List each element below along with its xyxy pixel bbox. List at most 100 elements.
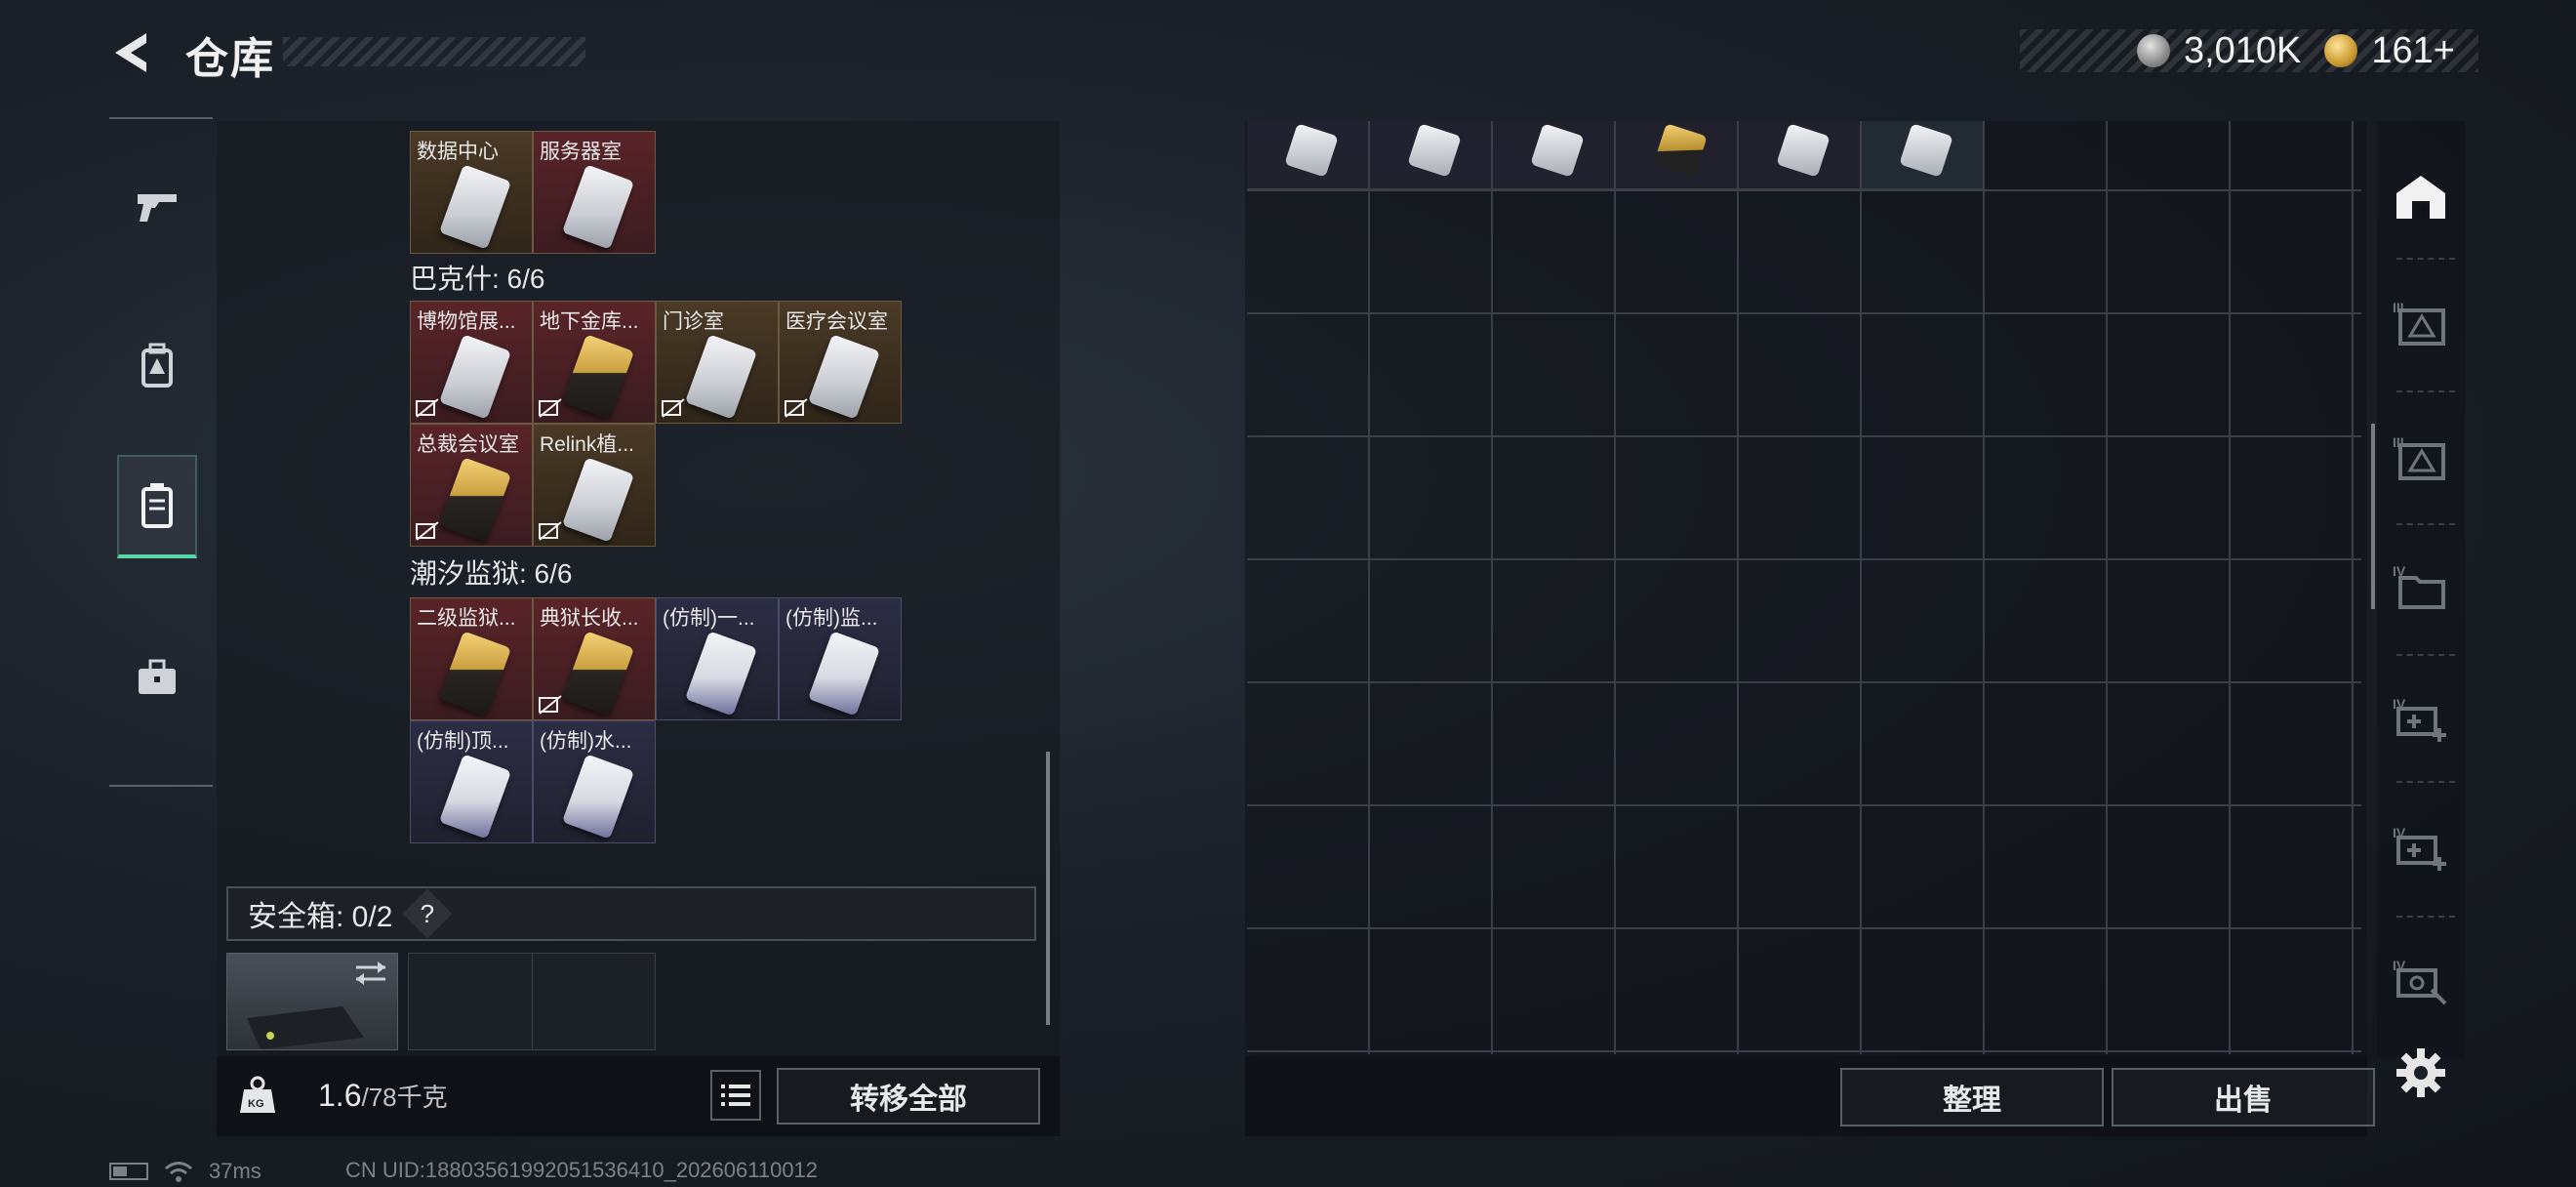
organize-button[interactable]: 整理 — [1840, 1068, 2104, 1126]
storage-grid[interactable] — [1247, 121, 2361, 1054]
sell-button[interactable]: 出售 — [2112, 1068, 2375, 1126]
unbound-icon — [539, 521, 562, 541]
keycard-image — [561, 457, 635, 543]
item-slot[interactable]: 服务器室 — [533, 131, 656, 254]
stash-scrollbar[interactable] — [1046, 752, 1050, 1025]
nav-medical[interactable] — [117, 627, 197, 730]
container-iii-b-button[interactable]: III — [2393, 430, 2449, 486]
item-slot[interactable]: 门诊室 — [656, 301, 779, 424]
category-nav — [109, 117, 213, 787]
item-label: 地下金库... — [540, 310, 639, 333]
item-label: 博物馆展... — [417, 310, 516, 333]
pistol-icon — [138, 194, 177, 222]
silver-coin-icon — [2136, 34, 2170, 67]
weight-capacity: /78千克 — [361, 1083, 448, 1112]
divider — [2396, 523, 2455, 525]
divider — [2396, 258, 2455, 260]
item-label: (仿制)监... — [785, 607, 878, 630]
unbound-icon — [416, 521, 439, 541]
list-view-button[interactable] — [710, 1070, 761, 1121]
keycard-image — [684, 334, 758, 420]
uid-text: CN UID:1880356199205153641​0_20260611001… — [345, 1158, 819, 1182]
keycard-image — [1284, 123, 1339, 178]
keycard-image — [561, 754, 635, 839]
item-slot[interactable]: 典狱长收... — [533, 597, 656, 720]
list-icon — [721, 1085, 750, 1106]
help-glyph: ? — [421, 898, 435, 928]
storage-scrollbar[interactable] — [2371, 424, 2375, 609]
stash-home-icon — [2396, 176, 2445, 219]
status-bar: 37ms — [109, 1158, 262, 1185]
keycard-image — [438, 457, 512, 543]
nav-gear[interactable] — [117, 314, 197, 418]
medkit-plus-icon: IV — [2393, 696, 2446, 742]
item-slot[interactable]: (仿制)顶... — [410, 720, 533, 843]
stash-home-button[interactable] — [2393, 168, 2449, 225]
settings-gear-icon[interactable] — [2395, 1046, 2447, 1099]
keycard-image — [1653, 123, 1708, 178]
grid-item[interactable] — [1739, 121, 1862, 189]
help-icon[interactable]: ? — [402, 888, 453, 939]
grid-item[interactable] — [1862, 121, 1985, 189]
keycard-image — [438, 334, 512, 420]
map-warning-icon: III — [2393, 300, 2445, 346]
backpack-icon — [141, 343, 173, 388]
stash-list[interactable]: 数据中心 服务器室 巴克什: 6/6 博物馆展... 地下金库... 门诊室 医… — [217, 121, 1056, 843]
safebox-header: 安全箱: 0/2 ? — [226, 886, 1036, 941]
safebox-empty-slots[interactable] — [408, 953, 656, 1050]
grid-item[interactable] — [1616, 121, 1739, 189]
item-slot[interactable]: 博物馆展... — [410, 301, 533, 424]
unbound-icon — [539, 695, 562, 715]
item-label: (仿制)一... — [663, 607, 755, 630]
container-iv-medkit-a-button[interactable]: IV — [2393, 691, 2449, 748]
section-title: 巴克什: 6/6 — [410, 264, 545, 294]
gold-currency-value[interactable]: 161+ — [2371, 30, 2455, 72]
keycard-image — [561, 631, 635, 716]
grid-item[interactable] — [1247, 121, 1370, 189]
ping-text: 37ms — [209, 1159, 262, 1183]
item-label: 服务器室 — [540, 141, 622, 163]
safebox-item[interactable] — [226, 953, 398, 1050]
container-iii-a-button[interactable]: III — [2393, 295, 2449, 351]
battery-icon — [109, 1163, 148, 1180]
keycard-image — [807, 334, 881, 420]
item-label: (仿制)水... — [540, 730, 632, 753]
item-slot[interactable]: (仿制)一... — [656, 597, 779, 720]
grid-item[interactable] — [1493, 121, 1616, 189]
medkit-plus-icon: IV — [2393, 825, 2446, 871]
transfer-all-button[interactable]: 转移全部 — [777, 1068, 1040, 1125]
divider — [2396, 781, 2455, 783]
keycard-image — [438, 631, 512, 716]
back-arrow-icon — [115, 33, 146, 72]
divider — [2396, 390, 2455, 392]
item-slot[interactable]: 数据中心 — [410, 131, 533, 254]
grid-item[interactable] — [1370, 121, 1493, 189]
item-slot[interactable]: Relink植... — [533, 424, 656, 547]
item-slot[interactable]: 地下金库... — [533, 301, 656, 424]
keycard-image — [1899, 123, 1953, 178]
item-slot[interactable]: 总裁会议室 — [410, 424, 533, 547]
safebox-label: 安全箱: 0/2 — [248, 901, 393, 933]
weight-display: 1.6/78千克 — [318, 1078, 448, 1114]
folder-icon: IV — [2393, 563, 2445, 609]
item-label: 医疗会议室 — [785, 310, 888, 333]
unbound-icon — [539, 398, 562, 418]
container-iv-folder-button[interactable]: IV — [2393, 558, 2449, 615]
item-label: Relink植... — [540, 433, 634, 456]
weight-current: 1.6 — [318, 1078, 362, 1113]
container-iv-tools-button[interactable]: IV — [2393, 953, 2449, 1009]
back-button[interactable] — [109, 29, 156, 76]
section-title: 潮汐监狱: 6/6 — [410, 558, 573, 589]
item-slot[interactable]: (仿制)水... — [533, 720, 656, 843]
unbound-icon — [785, 398, 808, 418]
keycard-image — [1530, 123, 1585, 178]
silver-currency-value: 3,010K — [2183, 29, 2302, 71]
keycard-image — [561, 164, 635, 250]
nav-keys[interactable] — [117, 455, 197, 558]
nav-weapons[interactable] — [117, 156, 197, 260]
container-iv-medkit-b-button[interactable]: IV — [2393, 820, 2449, 877]
item-slot[interactable]: (仿制)监... — [779, 597, 902, 720]
item-label: (仿制)顶... — [417, 730, 509, 753]
item-slot[interactable]: 二级监狱... — [410, 597, 533, 720]
item-slot[interactable]: 医疗会议室 — [779, 301, 902, 424]
